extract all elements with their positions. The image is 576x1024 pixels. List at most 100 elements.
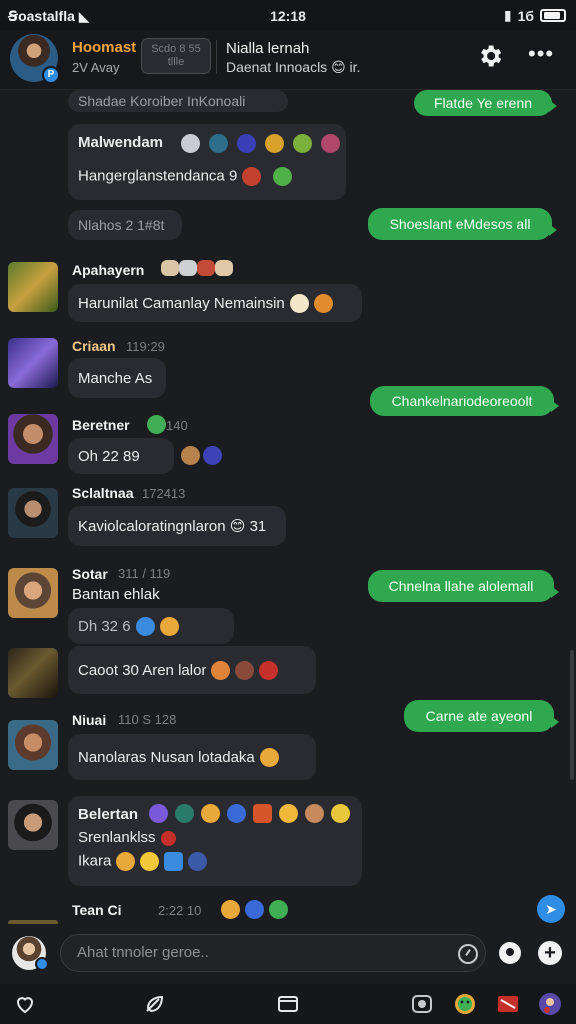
clock-time: 12:18 — [270, 8, 306, 24]
reaction-icon[interactable] — [175, 804, 194, 823]
reaction-icon[interactable] — [179, 260, 197, 276]
reaction-icon[interactable] — [253, 804, 272, 823]
more-options-icon[interactable]: ••• — [528, 43, 554, 65]
reaction-icon[interactable] — [331, 804, 350, 823]
message-bubble[interactable]: Harunilat Camanlay Nemainsin — [68, 284, 362, 322]
window-icon[interactable] — [276, 992, 300, 1016]
message-text: Nlahos 2 1#8t — [78, 217, 165, 233]
heart-icon[interactable] — [13, 992, 37, 1016]
message-text: Caoot 30 Aren lalor — [78, 661, 207, 679]
chat-subtitle: Daenat Innoacls 😊 ir. — [226, 59, 361, 75]
sender-name: Tean Ci — [72, 902, 122, 918]
message-timestamp: 172413 — [142, 486, 186, 501]
message-bubble: Shadae Koroiber InKonoali — [68, 90, 288, 112]
message-bubble[interactable]: Manche As — [68, 358, 166, 398]
message-text: Oh 22 89 — [78, 447, 140, 465]
message-timestamp: 2:22 10 — [158, 903, 202, 918]
message-bubble[interactable]: Malwendam Hangerglanstendanca 9 — [68, 124, 346, 200]
reaction-icon[interactable] — [305, 804, 324, 823]
reaction-icon[interactable] — [161, 260, 179, 276]
reaction-icon[interactable] — [201, 804, 220, 823]
status-right: ▮ 1б — [504, 7, 566, 24]
message-input[interactable]: Ahat tnnoler geroe.. — [60, 934, 486, 972]
pill-line-1: Scdo 8 55 — [151, 43, 201, 55]
reaction-icon[interactable] — [147, 415, 166, 434]
message-bubble[interactable]: Nanolaras Nusan lotadaka — [68, 734, 316, 780]
reaction-icon[interactable] — [181, 134, 200, 153]
avatar-icon[interactable] — [538, 992, 562, 1016]
reaction-icon[interactable] — [197, 260, 215, 276]
reaction-icon[interactable] — [245, 900, 264, 919]
sent-bubble[interactable]: Chankelnariodeoreoolt — [370, 386, 559, 416]
reaction-icon[interactable] — [203, 446, 222, 465]
camera-icon[interactable] — [410, 992, 434, 1016]
signal-icon: ▮ — [503, 7, 512, 23]
reaction-icon[interactable] — [269, 900, 288, 919]
message-text: Chnelna llahe alolemall — [388, 578, 534, 594]
status-bar: Ꞩoastalfla ◣ 12:18 ▮ 1б — [0, 0, 576, 30]
sender-avatar[interactable] — [8, 800, 58, 850]
gear-icon[interactable] — [476, 42, 504, 70]
sender-avatar[interactable] — [8, 488, 58, 538]
sender-avatar[interactable] — [8, 338, 58, 388]
reaction-icon[interactable] — [279, 804, 298, 823]
schedule-icon[interactable] — [458, 944, 478, 964]
contact-name[interactable]: Hoomast — [72, 39, 136, 56]
sender-name: Sotar — [72, 566, 108, 582]
sent-bubble[interactable]: Shoeslant eMdesos all — [368, 208, 557, 240]
reaction-icon[interactable] — [221, 900, 240, 919]
sender-name: Niuai — [72, 712, 107, 728]
sent-bubble[interactable]: Chnelna llahe alolemall — [368, 570, 559, 602]
message-list[interactable]: Shadae Koroiber InKonoali Flatde Ye eren… — [0, 90, 576, 924]
flag-icon[interactable] — [496, 992, 520, 1016]
message-text: Nanolaras Nusan lotadaka — [78, 748, 255, 766]
reaction-icon[interactable] — [181, 446, 200, 465]
sender-avatar[interactable] — [8, 262, 58, 312]
message-text: Carne ate ayeonl — [425, 708, 533, 724]
reaction-icon[interactable] — [265, 134, 284, 153]
pill-line-2: tllle — [167, 56, 185, 68]
message-bubble[interactable]: Belertan Srenlanklss Ikara — [68, 796, 362, 886]
verified-badge-icon — [35, 957, 49, 971]
status-right-label: 1б — [517, 7, 534, 24]
message-timestamp: 110 S 128 — [118, 712, 177, 727]
system-message: Nlahos 2 1#8t — [68, 210, 182, 240]
message-bubble[interactable]: Dh 32 6 — [68, 608, 234, 644]
message-timestamp: 311 / 119 — [118, 566, 171, 581]
location-pin-icon[interactable] — [499, 942, 521, 964]
message-text: Kaviolcaloratingnlaron 😊 31 — [78, 518, 267, 535]
sender-avatar[interactable] — [8, 414, 58, 464]
sender-avatar[interactable] — [8, 648, 58, 698]
reaction-icon[interactable] — [227, 804, 246, 823]
reaction-icon[interactable] — [215, 260, 233, 276]
reaction-icon[interactable] — [209, 134, 228, 153]
message-text: Flatde Ye erenn — [433, 95, 533, 111]
message-text: Ikara — [78, 852, 352, 871]
message-text: Shadae Koroiber InKonoali — [78, 93, 246, 109]
message-timestamp: 119:29 — [126, 339, 165, 354]
message-text: Chankelnariodeoreoolt — [391, 393, 533, 409]
message-bubble[interactable]: Caoot 30 Aren lalor — [68, 646, 316, 694]
composer: Ahat tnnoler geroe.. + — [0, 924, 576, 984]
message-timestamp: 140 — [166, 418, 188, 433]
scrollbar[interactable] — [570, 650, 574, 780]
message-bubble[interactable]: Oh 22 89 — [68, 438, 174, 474]
add-attachment-button[interactable]: + — [538, 941, 562, 965]
reaction-icon[interactable] — [149, 804, 168, 823]
sent-bubble[interactable]: Carne ate ayeonl — [404, 700, 559, 732]
feather-icon[interactable] — [142, 992, 166, 1016]
chat-title: Nialla lernah — [226, 40, 310, 57]
smiley-icon[interactable] — [453, 992, 477, 1016]
sender-avatar[interactable] — [8, 720, 58, 770]
scroll-down-button[interactable]: ➤ — [537, 895, 565, 923]
reaction-icon[interactable] — [321, 134, 340, 153]
chat-header: P Hoomast 2V Avay Scdo 8 55 tllle Nialla… — [0, 30, 576, 90]
sender-avatar[interactable] — [8, 568, 58, 618]
battery-icon — [540, 9, 566, 22]
reaction-icon[interactable] — [293, 134, 312, 153]
header-divider — [216, 40, 217, 74]
sent-bubble[interactable]: Flatde Ye erenn — [414, 90, 557, 116]
header-pill-button[interactable]: Scdo 8 55 tllle — [141, 38, 211, 74]
message-bubble[interactable]: Kaviolcaloratingnlaron 😊 31 — [68, 506, 286, 546]
reaction-icon[interactable] — [237, 134, 256, 153]
